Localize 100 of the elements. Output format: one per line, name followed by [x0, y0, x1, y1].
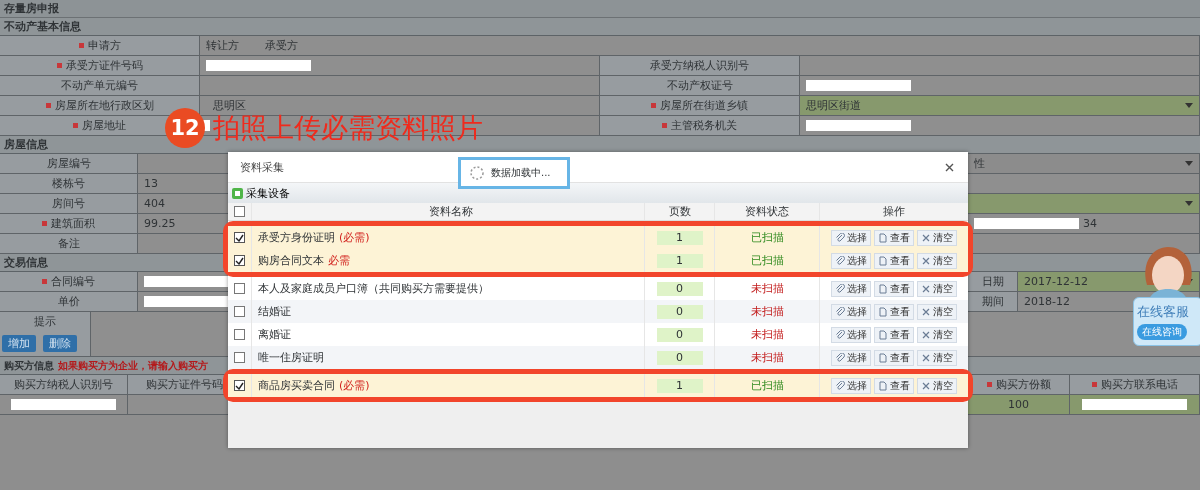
document-icon: [878, 306, 888, 317]
clear-button[interactable]: 清空: [917, 229, 957, 246]
checkbox[interactable]: [234, 283, 245, 294]
field-label: 房屋所在地行政区划: [54, 98, 154, 113]
device-icon: [232, 187, 243, 199]
capture-device-button[interactable]: 采集设备: [232, 185, 290, 201]
clear-button[interactable]: 清空: [917, 252, 957, 269]
field-value: 100: [1008, 398, 1029, 411]
field-label: 日期: [981, 274, 1004, 289]
document-name: 商品房买卖合同: [258, 378, 335, 393]
document-name: 离婚证: [258, 327, 291, 342]
spinner-icon: [469, 165, 485, 181]
support-badge[interactable]: 在线客服 在线咨询: [1133, 297, 1200, 346]
radio-option[interactable]: 转让方: [206, 38, 239, 53]
checkbox[interactable]: [234, 232, 245, 243]
scan-status: 未扫描: [750, 327, 784, 342]
page-count: 0: [656, 327, 703, 342]
required-tag: (必需): [339, 378, 370, 393]
field-label: 房屋编号: [46, 156, 91, 171]
column-header: 购买方份额: [995, 377, 1051, 392]
checkbox[interactable]: [234, 352, 245, 363]
document-name: 购房合同文本: [258, 253, 324, 268]
check-icon: [235, 381, 244, 390]
page-count: 0: [656, 350, 703, 365]
checkbox[interactable]: [234, 255, 245, 266]
field-label: 合同编号: [51, 274, 95, 289]
close-icon: [921, 255, 931, 266]
paperclip-icon: [835, 352, 845, 363]
select-button[interactable]: 选择: [831, 326, 871, 343]
delete-button[interactable]: 删除: [43, 335, 77, 352]
check-icon: [235, 233, 244, 242]
field-label: 单价: [57, 294, 80, 309]
field-label: 不动产单元编号: [61, 78, 138, 93]
section-header: 不动产基本信息: [0, 18, 1200, 36]
caret-icon: [1185, 103, 1193, 108]
document-icon: [878, 352, 888, 363]
document-icon: [878, 283, 888, 294]
select-button[interactable]: 选择: [831, 280, 871, 297]
view-button[interactable]: 查看: [874, 326, 914, 343]
select-button[interactable]: 选择: [831, 377, 871, 394]
view-button[interactable]: 查看: [874, 349, 914, 366]
clear-button[interactable]: 清空: [917, 280, 957, 297]
checkbox[interactable]: [234, 206, 245, 217]
dropdown[interactable]: 思明区街道: [800, 96, 1200, 116]
field-label: 房屋所在街道乡镇: [660, 98, 748, 113]
checkbox[interactable]: [234, 380, 245, 391]
close-icon: [921, 329, 931, 340]
column-header: 资料名称: [429, 204, 473, 219]
clear-button[interactable]: 清空: [917, 377, 957, 394]
field-label: 备注: [57, 236, 80, 251]
select-button[interactable]: 选择: [831, 229, 871, 246]
view-button[interactable]: 查看: [874, 377, 914, 394]
add-button[interactable]: 增加: [2, 335, 36, 352]
paperclip-icon: [835, 255, 845, 266]
clear-button[interactable]: 清空: [917, 349, 957, 366]
field-value: 34: [1083, 217, 1097, 230]
field-value: 2018-12: [1024, 295, 1070, 308]
document-icon: [878, 329, 888, 340]
paperclip-icon: [835, 380, 845, 391]
column-header: 资料状态: [745, 204, 789, 219]
document-name: 结婚证: [258, 304, 291, 319]
view-button[interactable]: 查看: [874, 229, 914, 246]
field-label: 主管税务机关: [671, 118, 737, 133]
select-button[interactable]: 选择: [831, 303, 871, 320]
column-header: 页数: [668, 204, 691, 219]
view-button[interactable]: 查看: [874, 252, 914, 269]
scan-status: 未扫描: [750, 281, 784, 296]
view-button[interactable]: 查看: [874, 303, 914, 320]
paperclip-icon: [835, 329, 845, 340]
required-tag: 必需: [328, 253, 350, 268]
scan-status: 已扫描: [750, 230, 784, 245]
close-icon: [945, 162, 954, 172]
checkbox[interactable]: [234, 306, 245, 317]
field-label: 房屋地址: [82, 118, 126, 133]
field-label: 房间号: [52, 196, 85, 211]
field-value: 404: [144, 197, 165, 210]
dropdown[interactable]: 性: [968, 154, 1200, 174]
required-tag: (必需): [339, 230, 370, 245]
column-header: 操作: [883, 204, 905, 219]
column-header: 购买方证件号码: [146, 377, 223, 392]
close-icon: [921, 380, 931, 391]
field-label: 不动产权证号: [666, 78, 733, 93]
radio-option[interactable]: 承受方: [265, 38, 298, 53]
page-count: 1: [656, 253, 703, 268]
clear-button[interactable]: 清空: [917, 303, 957, 320]
field-value: 13: [144, 177, 158, 190]
document-icon: [878, 255, 888, 266]
caret-icon: [1185, 201, 1193, 206]
field-label: 申请方: [87, 38, 121, 53]
select-button[interactable]: 选择: [831, 349, 871, 366]
view-button[interactable]: 查看: [874, 280, 914, 297]
paperclip-icon: [835, 306, 845, 317]
close-icon: [921, 306, 931, 317]
document-name: 唯一住房证明: [258, 350, 324, 365]
warning-text: 如果购买方为企业，请输入购买方: [58, 359, 208, 373]
select-button[interactable]: 选择: [831, 252, 871, 269]
field-label: 承受方证件号码: [65, 58, 143, 73]
clear-button[interactable]: 清空: [917, 326, 957, 343]
checkbox[interactable]: [234, 329, 245, 340]
field-label: 期间: [981, 294, 1004, 309]
